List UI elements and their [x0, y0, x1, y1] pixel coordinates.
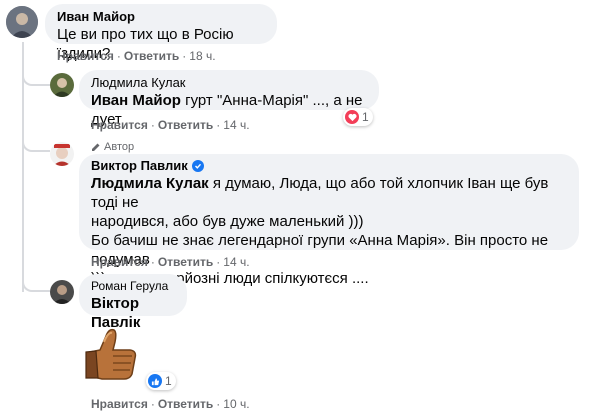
separator-dot: ·	[216, 255, 221, 269]
comment-bubble: Роман Герула Віктор Павлік	[79, 274, 187, 331]
pencil-icon	[92, 143, 100, 151]
thumbs-up-sticker	[82, 322, 144, 384]
thread-connector	[22, 128, 50, 152]
comment-author[interactable]: Роман Герула	[91, 278, 175, 294]
avatar[interactable]	[50, 280, 74, 304]
comment-actions: Нравится · Ответить · 18 ч.	[57, 49, 216, 63]
separator-dot: ·	[116, 49, 121, 63]
comment-timestamp[interactable]: 18 ч.	[189, 49, 215, 63]
heart-icon	[345, 110, 359, 124]
comment-actions: Нравится · Ответить · 14 ч.	[91, 118, 250, 132]
separator-dot: ·	[150, 397, 155, 411]
reaction-summary[interactable]: 1	[343, 108, 373, 126]
like-icon	[148, 374, 162, 388]
avatar[interactable]	[50, 73, 74, 97]
comment-author[interactable]: Людмила Кулак	[91, 75, 367, 91]
like-link[interactable]: Нравится	[91, 397, 148, 411]
comment-author[interactable]: Иван Майор	[57, 9, 265, 25]
author-label: Автор	[104, 141, 135, 153]
mention-link[interactable]: Иван Майор	[91, 92, 181, 109]
verified-badge-icon	[191, 160, 204, 172]
reply-link[interactable]: Ответить	[124, 49, 179, 63]
comment-bubble: Людмила Кулак Иван Майор гурт "Анна-Марі…	[79, 70, 379, 128]
comment-actions: Нравится · Ответить · 10 ч.	[91, 397, 250, 411]
avatar-photo-icon	[50, 73, 74, 97]
mention-link[interactable]: Людмила Кулак	[91, 175, 209, 192]
like-link[interactable]: Нравится	[91, 255, 148, 269]
separator-dot: ·	[150, 118, 155, 132]
comment-author[interactable]: Виктор Павлик	[91, 158, 188, 174]
separator-dot: ·	[182, 49, 187, 63]
avatar[interactable]	[6, 6, 38, 38]
thread-connector	[22, 62, 50, 86]
comment-text-line: народився, або був дуже маленький )))	[91, 213, 364, 230]
reaction-count: 1	[362, 110, 369, 124]
reply-link[interactable]: Ответить	[158, 397, 213, 411]
comment-timestamp[interactable]: 14 ч.	[223, 255, 249, 269]
author-badge: Автор	[91, 140, 134, 154]
avatar[interactable]	[50, 142, 74, 166]
reaction-count: 1	[165, 374, 172, 388]
reaction-summary[interactable]: 1	[146, 372, 176, 390]
comment-bubble: Иван Майор Це ви про тих що в Росію їзди…	[45, 4, 277, 62]
comment-timestamp[interactable]: 10 ч.	[223, 397, 249, 411]
separator-dot: ·	[150, 255, 155, 269]
comment-author-row: Виктор Павлик	[91, 158, 567, 174]
comment-actions: Нравится · Ответить · 14 ч.	[91, 255, 250, 269]
avatar-photo-icon	[50, 280, 74, 304]
like-link[interactable]: Нравится	[91, 118, 148, 132]
reply-link[interactable]: Ответить	[158, 255, 213, 269]
comment-bubble: Виктор Павлик Людмила Кулак я думаю, Люд…	[79, 154, 579, 287]
thread-connector	[22, 268, 50, 292]
reply-link[interactable]: Ответить	[158, 118, 213, 132]
comment-timestamp[interactable]: 14 ч.	[223, 118, 249, 132]
separator-dot: ·	[216, 397, 221, 411]
avatar-photo-icon	[50, 142, 74, 166]
avatar-photo-icon	[6, 6, 38, 38]
like-link[interactable]: Нравится	[57, 49, 114, 63]
separator-dot: ·	[216, 118, 221, 132]
comment-text: Людмила Кулак я думаю, Люда, що або той …	[91, 174, 567, 212]
